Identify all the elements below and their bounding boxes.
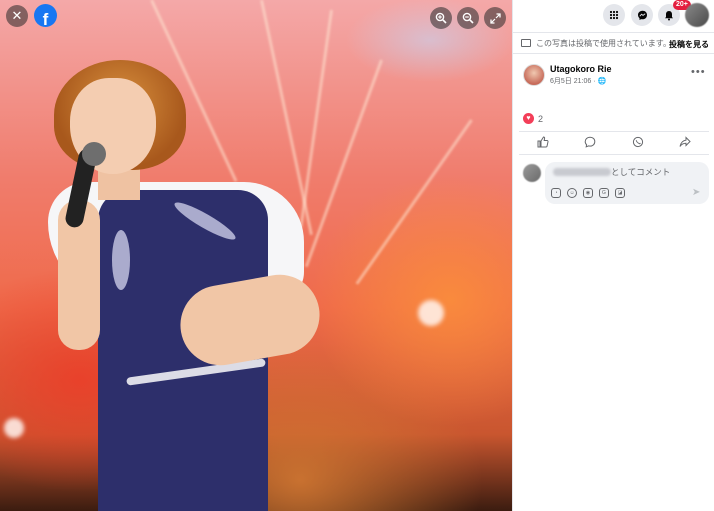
whatsapp-icon	[632, 136, 643, 147]
post-timestamp: 6月5日 21:06 · 🌐	[550, 76, 606, 86]
post-side-panel: 20+ この写真は投稿で使用されています。 投稿を見る Utagokoro Ri…	[512, 0, 714, 511]
top-bar: 20+	[513, 0, 714, 30]
photo-usage-notice: この写真は投稿で使用されています。 投稿を見る	[513, 32, 714, 54]
bell-icon	[665, 10, 673, 20]
zoom-out-button[interactable]	[457, 7, 479, 29]
author-name[interactable]: Utagokoro Rie	[550, 64, 612, 74]
fullscreen-button[interactable]	[484, 7, 506, 29]
facebook-logo-letter: f	[42, 10, 49, 27]
account-avatar[interactable]	[685, 3, 709, 27]
reaction-count: 2	[538, 113, 544, 124]
stage-light-streak	[304, 59, 383, 268]
menu-button[interactable]	[603, 4, 625, 26]
commenter-name-redacted	[553, 168, 611, 176]
comment-input[interactable]: としてコメント ◔ ☺ ◉ G ◪ ➤	[545, 162, 709, 204]
close-icon: ✕	[11, 8, 23, 23]
sticker-icon[interactable]: ◪	[615, 188, 625, 198]
facebook-logo[interactable]: f	[34, 4, 57, 27]
post-actions	[519, 131, 709, 155]
whatsapp-share-button[interactable]	[632, 136, 644, 151]
author-avatar[interactable]	[523, 64, 545, 86]
commenter-avatar	[523, 164, 541, 182]
comment-tools: ◔ ☺ ◉ G ◪	[551, 188, 625, 198]
reaction-summary[interactable]: ♥ 2	[523, 113, 543, 124]
camera-icon[interactable]: ◉	[583, 188, 593, 198]
dress-embroidery	[112, 230, 130, 290]
avatar-sticker-icon[interactable]: ◔	[551, 188, 561, 198]
send-icon[interactable]: ➤	[692, 187, 700, 198]
zoom-in-button[interactable]	[430, 7, 452, 29]
messenger-icon	[637, 10, 647, 20]
usage-text: この写真は投稿で使用されています。	[536, 38, 671, 48]
globe-icon: 🌐	[597, 78, 607, 85]
zoom-in-icon	[435, 12, 447, 24]
microphone-head	[82, 142, 106, 166]
comment-placeholder: としてコメント	[611, 167, 671, 177]
close-button[interactable]: ✕	[6, 5, 28, 27]
post-time-text[interactable]: 6月5日 21:06 ·	[550, 78, 597, 85]
love-reaction-icon: ♥	[523, 113, 534, 124]
like-button[interactable]	[537, 135, 549, 151]
post-icon	[521, 39, 531, 47]
grid-menu-icon	[609, 10, 619, 20]
bokeh-light	[418, 300, 444, 326]
view-post-link[interactable]: 投稿を見る	[669, 39, 709, 50]
emoji-icon[interactable]: ☺	[567, 188, 577, 198]
bokeh-light	[4, 418, 24, 438]
fullscreen-icon	[489, 12, 501, 24]
more-options-button[interactable]: •••	[691, 66, 706, 78]
share-button[interactable]	[679, 135, 691, 151]
messenger-button[interactable]	[631, 4, 653, 26]
thumbs-up-icon	[537, 135, 549, 147]
comment-button[interactable]	[584, 136, 596, 151]
zoom-out-icon	[462, 12, 474, 24]
gif-icon[interactable]: G	[599, 188, 609, 198]
share-arrow-icon	[679, 135, 691, 147]
comment-bubble-icon	[584, 136, 596, 148]
photo-viewer: ✕ f	[0, 0, 512, 511]
stage-light-streak	[355, 119, 473, 285]
stage-light-streak	[299, 9, 333, 229]
